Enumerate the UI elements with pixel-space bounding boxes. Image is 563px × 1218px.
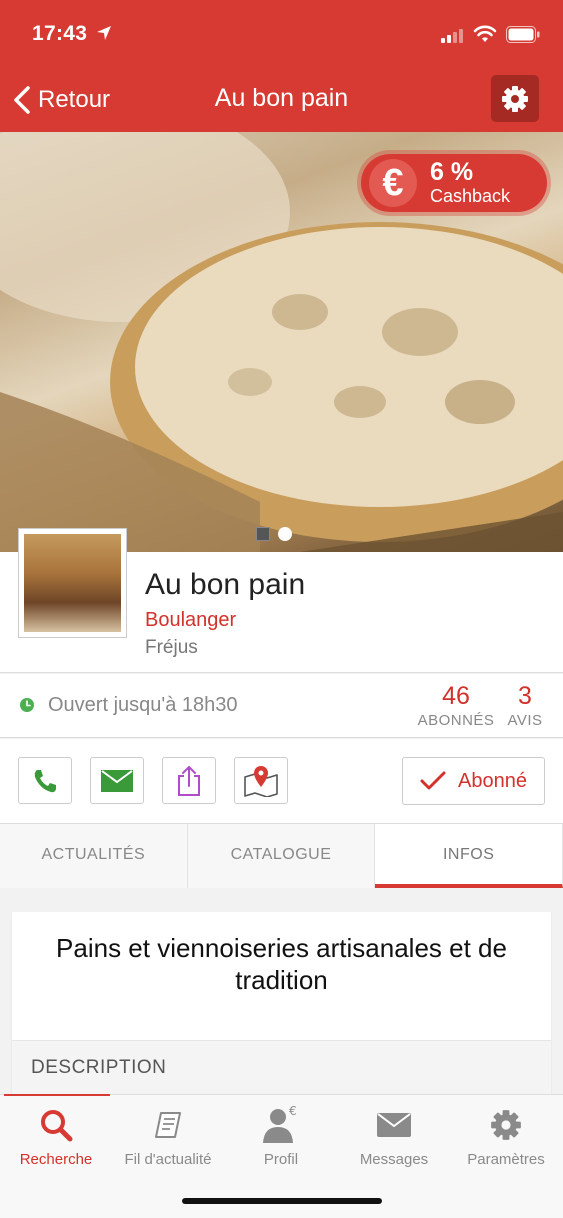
settings-button[interactable] <box>491 75 539 122</box>
cashback-label: Cashback <box>430 186 511 206</box>
clock-icon <box>20 698 34 712</box>
cashback-percent: 6 % <box>430 158 474 186</box>
tab-catalogue[interactable]: CATALOGUE <box>188 824 376 888</box>
signal-icon <box>441 29 463 43</box>
top-bar: 17:43 Retour Au bon pain <box>0 0 563 132</box>
tabbar-parametres[interactable]: Paramètres <box>450 1103 562 1168</box>
action-bar: Abonné <box>0 739 563 823</box>
share-icon <box>178 765 200 796</box>
battery-icon <box>506 26 540 43</box>
gear-icon <box>491 1110 521 1140</box>
home-indicator[interactable] <box>182 1198 382 1204</box>
business-logo <box>18 528 127 638</box>
location-arrow-icon <box>97 26 111 40</box>
subscribe-label: Abonné <box>458 769 527 792</box>
call-button[interactable] <box>18 757 72 804</box>
cashback-badge: € 6 % Cashback <box>361 154 547 212</box>
business-category[interactable]: Boulanger <box>145 609 236 632</box>
business-header: Au bon pain Boulanger Fréjus <box>0 528 563 673</box>
page-title: Au bon pain <box>214 84 349 112</box>
segment-tabs: ACTUALITÉS CATALOGUE INFOS <box>0 823 563 888</box>
subscribers-label: ABONNÉS <box>417 712 495 729</box>
tabbar-label: Profil <box>263 1151 299 1168</box>
envelope-icon <box>101 769 133 792</box>
subscribers-count: 46 <box>442 682 470 710</box>
share-button[interactable] <box>162 757 216 804</box>
tabbar-fil-actualite[interactable]: Fil d'actualité <box>112 1103 224 1168</box>
carousel-indicator[interactable] <box>256 527 292 541</box>
subscribers-stat[interactable]: 46 ABONNÉS <box>414 682 498 729</box>
email-button[interactable] <box>90 757 144 804</box>
business-name: Au bon pain <box>145 568 306 601</box>
tabbar-messages[interactable]: Messages <box>338 1103 450 1168</box>
tabbar-label: Recherche <box>19 1151 93 1168</box>
status-time: 17:43 <box>32 22 88 45</box>
status-bar: 17:43 <box>0 0 563 66</box>
business-stats: Ouvert jusqu'à 18h30 46 ABONNÉS 3 AVIS <box>0 674 563 738</box>
euro-icon: € <box>369 159 417 207</box>
phone-icon <box>34 769 56 792</box>
envelope-icon <box>377 1113 411 1137</box>
map-pin-icon <box>244 765 278 797</box>
tabbar-recherche[interactable]: Recherche <box>0 1103 112 1168</box>
tabbar-profil[interactable]: € Profil <box>225 1103 337 1168</box>
tabbar-label: Fil d'actualité <box>124 1151 212 1168</box>
subscribe-button[interactable]: Abonné <box>402 757 545 805</box>
reviews-stat[interactable]: 3 AVIS <box>505 682 545 729</box>
info-title: Pains et viennoiseries artisanales et de… <box>56 933 507 995</box>
scroll-icon <box>155 1112 181 1138</box>
business-city: Fréjus <box>145 637 198 658</box>
wifi-icon <box>473 25 497 42</box>
carousel-dot-1[interactable] <box>256 527 270 541</box>
opening-hours: Ouvert jusqu'à 18h30 <box>48 694 238 716</box>
hero-image[interactable]: € 6 % Cashback <box>0 132 563 552</box>
tabbar-label: Messages <box>359 1151 429 1168</box>
active-tab-indicator <box>4 1094 110 1096</box>
tabbar-label: Paramètres <box>467 1151 545 1168</box>
svg-text:€: € <box>289 1105 297 1118</box>
user-euro-icon: € <box>263 1105 297 1143</box>
tab-infos[interactable]: INFOS <box>375 824 563 888</box>
tab-actualites[interactable]: ACTUALITÉS <box>0 824 188 888</box>
reviews-label: AVIS <box>507 712 543 729</box>
search-icon <box>41 1110 73 1142</box>
reviews-count: 3 <box>518 682 532 710</box>
map-button[interactable] <box>234 757 288 804</box>
description-section-header: DESCRIPTION <box>12 1040 551 1094</box>
checkmark-icon <box>420 771 446 790</box>
gear-icon <box>502 85 528 112</box>
carousel-dot-2[interactable] <box>278 527 292 541</box>
description-label: DESCRIPTION <box>31 1057 167 1078</box>
info-card: Pains et viennoiseries artisanales et de… <box>12 912 551 1094</box>
